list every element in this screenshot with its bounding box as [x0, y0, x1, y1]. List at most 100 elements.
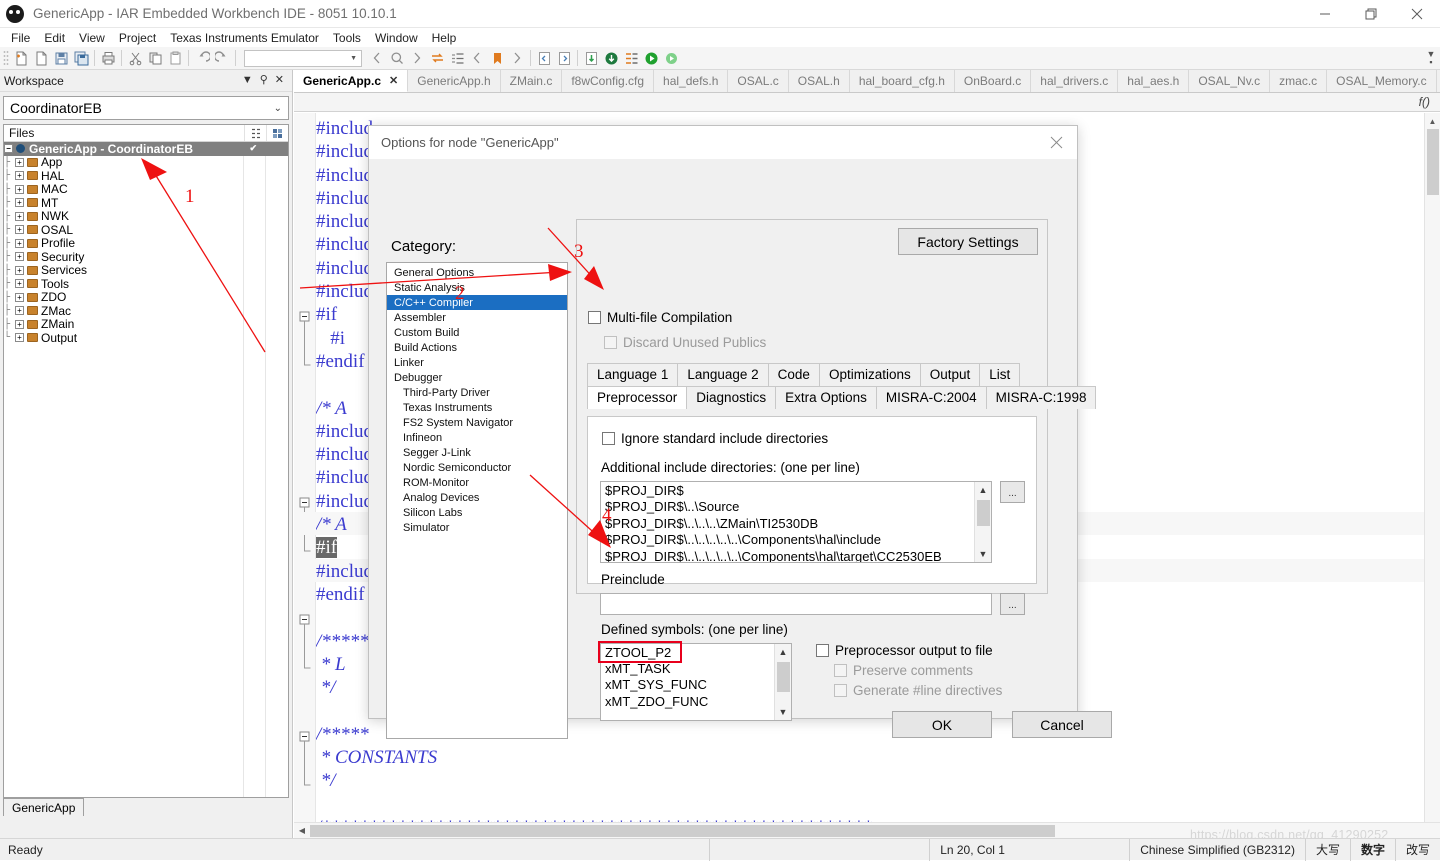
expand-icon[interactable]: +: [15, 225, 24, 235]
collapse-icon[interactable]: −: [4, 144, 13, 154]
expand-icon[interactable]: +: [15, 157, 24, 167]
browse-include-directories-button[interactable]: ...: [1000, 481, 1025, 503]
category-item-custom-build[interactable]: Custom Build: [387, 325, 567, 340]
menu-view[interactable]: View: [72, 29, 112, 47]
compiler-tab-optimizations[interactable]: Optimizations: [818, 363, 921, 386]
editor-vertical-scrollbar[interactable]: ▲: [1424, 113, 1440, 822]
editor-tab-hal-board-cfg-h[interactable]: hal_board_cfg.h: [849, 70, 955, 92]
include-directory-item[interactable]: $PROJ_DIR$\..\..\..\..\..\Components\hal…: [605, 549, 974, 562]
category-item-silicon-labs[interactable]: Silicon Labs: [387, 505, 567, 520]
browse-preinclude-button[interactable]: ...: [1000, 593, 1025, 615]
defined-symbol-item[interactable]: xMT_TASK: [605, 661, 774, 677]
category-item-debugger[interactable]: Debugger: [387, 370, 567, 385]
expand-icon[interactable]: +: [15, 333, 24, 343]
tree-row-mt[interactable]: ├ + MT: [4, 196, 288, 210]
compiler-tab-code[interactable]: Code: [767, 363, 820, 386]
editor-tab-zmain-c[interactable]: ZMain.c: [500, 70, 563, 92]
compiler-tab-preprocessor[interactable]: Preprocessor: [587, 386, 688, 409]
tree-row-zmac[interactable]: ├ + ZMac: [4, 304, 288, 318]
expand-icon[interactable]: +: [15, 265, 24, 275]
tree-row-output[interactable]: └ + Output: [4, 331, 288, 345]
category-item-fs2-system-navigator[interactable]: FS2 System Navigator: [387, 415, 567, 430]
navigate-back-icon[interactable]: [367, 48, 387, 68]
scroll-thumb[interactable]: [777, 662, 790, 692]
find-icon[interactable]: [387, 48, 407, 68]
close-icon[interactable]: ✕: [275, 75, 284, 86]
expand-icon[interactable]: +: [15, 198, 24, 208]
compiler-tab-diagnostics[interactable]: Diagnostics: [686, 386, 777, 409]
scroll-up-icon[interactable]: ▲: [975, 482, 991, 498]
editor-tab-osal-c[interactable]: OSAL.c: [728, 70, 789, 92]
compiler-tab-misra-c-2004[interactable]: MISRA-C:2004: [875, 386, 987, 409]
editor-tab-hal-drivers-c[interactable]: hal_drivers.c: [1031, 70, 1119, 92]
scroll-up-icon[interactable]: ▲: [1425, 113, 1440, 129]
category-item-infineon[interactable]: Infineon: [387, 430, 567, 445]
tree-rows[interactable]: − GenericApp - CoordinatorEB ✔ ├ + App ├ + HAL ├ +…: [4, 142, 288, 797]
print-icon[interactable]: [98, 48, 118, 68]
editor-tab-genericapp-h[interactable]: GenericApp.h: [408, 70, 501, 92]
defined-symbols-values[interactable]: ZTOOL_P2 xMT_TASK xMT_SYS_FUNC xMT_ZDO_FUNC: [601, 644, 774, 720]
expand-icon[interactable]: +: [15, 171, 24, 181]
tree-row-hal[interactable]: ├ + HAL: [4, 169, 288, 183]
expand-icon[interactable]: +: [15, 319, 24, 329]
pin-icon[interactable]: ⚲: [260, 75, 268, 86]
category-item-static-analysis[interactable]: Static Analysis: [387, 280, 567, 295]
menu-edit[interactable]: Edit: [37, 29, 72, 47]
close-icon[interactable]: ✕: [389, 74, 398, 87]
tree-row-mac[interactable]: ├ + MAC: [4, 182, 288, 196]
defined-symbols-scrollbar[interactable]: ▲ ▼: [774, 644, 791, 720]
compiler-tab-language-2[interactable]: Language 2: [677, 363, 769, 386]
cut-icon[interactable]: [125, 48, 145, 68]
options-dialog[interactable]: Options for node "GenericApp" Category: …: [368, 125, 1112, 739]
menu-tools[interactable]: Tools: [326, 29, 368, 47]
bookmark-icon[interactable]: [487, 48, 507, 68]
tree-row-tools[interactable]: ├ + Tools: [4, 277, 288, 291]
include-directory-item[interactable]: $PROJ_DIR$\..\..\..\..\..\Components\hal…: [605, 532, 974, 548]
category-item-build-actions[interactable]: Build Actions: [387, 340, 567, 355]
editor-tab-zmac-c[interactable]: zmac.c: [1270, 70, 1328, 92]
menu-help[interactable]: Help: [425, 29, 464, 47]
undo-icon[interactable]: [192, 48, 212, 68]
toggle-bookmark-icon[interactable]: [447, 48, 467, 68]
compiler-tab-extra-options[interactable]: Extra Options: [775, 386, 877, 409]
category-item-nordic-semiconductor[interactable]: Nordic Semiconductor: [387, 460, 567, 475]
menu-texas-instruments-emulator[interactable]: Texas Instruments Emulator: [163, 29, 326, 47]
category-item-third-party-driver[interactable]: Third-Party Driver: [387, 385, 567, 400]
horizontal-scroll-thumb[interactable]: [310, 824, 1055, 837]
scroll-thumb[interactable]: [977, 500, 990, 526]
toolbar-grip[interactable]: [3, 49, 9, 67]
toolbar-overflow-icon[interactable]: ▼ ▪: [1425, 50, 1437, 67]
tree-row-zmain[interactable]: ├ + ZMain: [4, 317, 288, 331]
configuration-combo[interactable]: CoordinatorEB ⌄: [3, 96, 289, 120]
editor-tab-osal-memory-c[interactable]: OSAL_Memory.c: [1327, 70, 1437, 92]
debug-icon[interactable]: [641, 48, 661, 68]
defined-symbols-list[interactable]: ZTOOL_P2 xMT_TASK xMT_SYS_FUNC xMT_ZDO_FUNC…: [600, 643, 792, 721]
factory-settings-button[interactable]: Factory Settings: [898, 228, 1038, 255]
status-ime-num[interactable]: 数字: [1349, 838, 1395, 861]
paste-icon[interactable]: [165, 48, 185, 68]
editor-tab-hal-defs-h[interactable]: hal_defs.h: [654, 70, 729, 92]
status-ime-overwrite[interactable]: 改写: [1394, 838, 1440, 861]
include-directory-item[interactable]: $PROJ_DIR$\..\..\..\ZMain\TI2530DB: [605, 516, 974, 532]
compile-icon[interactable]: [581, 48, 601, 68]
expand-icon[interactable]: +: [15, 306, 24, 316]
copy-icon[interactable]: [145, 48, 165, 68]
redo-icon[interactable]: [212, 48, 232, 68]
category-list[interactable]: General Options Static Analysis C/C++ Comp…: [386, 262, 568, 739]
dropdown-icon[interactable]: ▼: [242, 75, 253, 86]
tree-row-app[interactable]: ├ + App: [4, 155, 288, 169]
ok-button[interactable]: OK: [892, 711, 992, 738]
tree-row-profile[interactable]: ├ + Profile: [4, 236, 288, 250]
category-item-simulator[interactable]: Simulator: [387, 520, 567, 535]
scroll-down-icon[interactable]: ▼: [775, 704, 791, 720]
editor-tab-hal-aes-h[interactable]: hal_aes.h: [1118, 70, 1190, 92]
editor-tab-f8wconfig-cfg[interactable]: f8wConfig.cfg: [562, 70, 655, 92]
tree-row-services[interactable]: ├ + Services: [4, 263, 288, 277]
category-item-assembler[interactable]: Assembler: [387, 310, 567, 325]
category-item-c-c---compiler[interactable]: C/C++ Compiler: [387, 295, 567, 310]
status-ime-caps[interactable]: 大写: [1304, 838, 1350, 861]
additional-include-directories-list[interactable]: $PROJ_DIR$ $PROJ_DIR$\..\Source $PROJ_DIR$…: [600, 481, 992, 563]
defined-symbol-item[interactable]: xMT_SYS_FUNC: [605, 677, 774, 693]
workspace-tab-genericapp[interactable]: GenericApp: [3, 798, 85, 816]
restore-icon[interactable]: [1348, 0, 1394, 28]
